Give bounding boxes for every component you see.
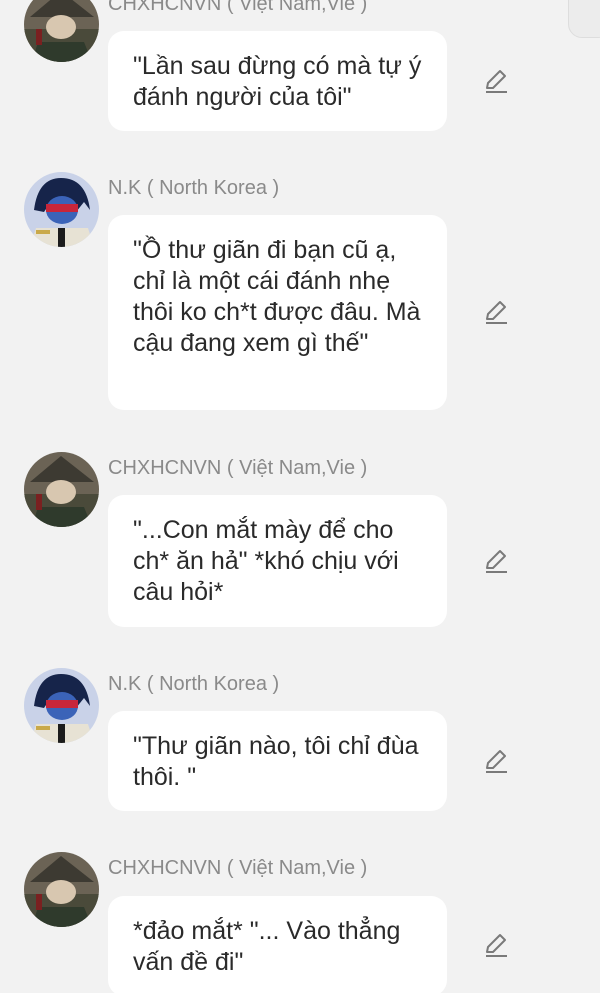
message-bubble: "Thư giãn nào, tôi chỉ đùa thôi. " <box>108 711 447 811</box>
pencil-icon[interactable] <box>482 931 510 959</box>
message-text: "...Con mắt mày để cho ch* ăn hả" *khó c… <box>133 516 399 606</box>
chat-transcript: CHXHCNVN ( Việt Nam,Vie ) "Lần sau đừng … <box>0 0 600 993</box>
vietnam-avatar[interactable] <box>24 452 99 527</box>
vietnam-avatar[interactable] <box>24 0 99 62</box>
north-korea-avatar[interactable] <box>24 172 99 247</box>
pencil-icon[interactable] <box>482 67 510 95</box>
message-bubble: *đảo mắt* "... Vào thẳng vấn đề đi" <box>108 896 447 993</box>
sender-name: CHXHCNVN ( Việt Nam,Vie ) <box>108 0 368 15</box>
message-bubble: "Ồ thư giãn đi bạn cũ ạ, chỉ là một cái … <box>108 215 447 410</box>
sender-name: N.K ( North Korea ) <box>108 673 280 695</box>
message-text: "Lần sau đừng có mà tự ý đánh người của … <box>133 52 422 111</box>
message-bubble: "Lần sau đừng có mà tự ý đánh người của … <box>108 31 447 131</box>
vietnam-avatar[interactable] <box>24 852 99 927</box>
sender-name: CHXHCNVN ( Việt Nam,Vie ) <box>108 457 368 479</box>
sender-name: N.K ( North Korea ) <box>108 177 280 199</box>
message-text: *đảo mắt* "... Vào thẳng vấn đề đi" <box>133 917 401 976</box>
corner-button[interactable] <box>568 0 600 38</box>
pencil-icon[interactable] <box>482 547 510 575</box>
message-text: "Ồ thư giãn đi bạn cũ ạ, chỉ là một cái … <box>133 236 421 357</box>
message-text: "Thư giãn nào, tôi chỉ đùa thôi. " <box>133 732 419 791</box>
message-bubble: "...Con mắt mày để cho ch* ăn hả" *khó c… <box>108 495 447 627</box>
sender-name: CHXHCNVN ( Việt Nam,Vie ) <box>108 857 368 879</box>
pencil-icon[interactable] <box>482 747 510 775</box>
pencil-icon[interactable] <box>482 298 510 326</box>
north-korea-avatar[interactable] <box>24 668 99 743</box>
